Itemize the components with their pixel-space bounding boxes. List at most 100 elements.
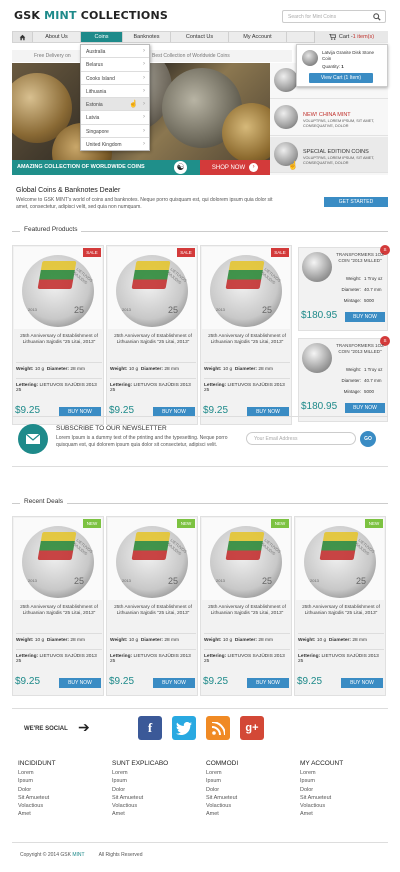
price: $9.25 — [203, 405, 229, 416]
site-logo[interactable]: GSK MINT COLLECTIONS — [14, 9, 168, 22]
home-button[interactable] — [13, 32, 33, 42]
facebook-icon[interactable]: f — [138, 716, 162, 740]
price: $9.25 — [203, 676, 229, 687]
country-item-selected[interactable]: Estonia ☝ › — [81, 98, 149, 112]
country-item[interactable]: Latvia › — [81, 111, 149, 125]
footer-column: SUNT EXPLICABO Lorem Ipsum Dolor Sit Amuete… — [112, 760, 192, 819]
footer-heading: COMMODI — [206, 760, 239, 767]
footer-link[interactable]: Sit Amueteut — [112, 794, 192, 802]
product-title: TRANSFORMERS 1OZ COIN "2013 MILLED" — [336, 252, 384, 263]
product-specs: Weight: 10 g Diameter: 28 mm — [204, 362, 290, 374]
footer-link[interactable]: Amet — [18, 810, 98, 818]
shop-now-button[interactable]: SHOP NOW › — [200, 160, 270, 175]
product-lettering: Lettering: LIETUVOS SAJŪDIS 2013 25 — [204, 378, 290, 393]
get-started-button[interactable]: GET STARTED — [324, 197, 388, 207]
footer-link[interactable]: Lorem — [206, 769, 286, 777]
product-desc: 25th Anniversary of Establishment of Lit… — [114, 605, 192, 617]
product-card[interactable]: LIETUVOS SAJUDIS 2013 25 NEW 25th Annive… — [106, 516, 198, 696]
price: $9.25 — [109, 405, 135, 416]
product-specs: Weight: 10 g Diameter: 28 mm — [204, 633, 290, 645]
cart-button[interactable]: Cart - 1 item(s) — [314, 31, 388, 43]
product-card[interactable]: LIETUVOS SAJUDIS 2013 25 SALE 25th Anniv… — [200, 245, 292, 425]
buy-now-button[interactable]: BUY NOW — [341, 678, 383, 688]
product-card[interactable]: LIETUVOS SAJUDIS 2013 25 NEW 25th Annive… — [12, 516, 104, 696]
new-badge: NEW — [365, 519, 383, 528]
footer-link[interactable]: Amet — [112, 810, 192, 818]
product-specs: Weight: 10 g Diameter: 28 mm — [298, 633, 384, 645]
product-card[interactable]: LIETUVOS SAJUDIS 2013 25 NEW 25th Annive… — [294, 516, 386, 696]
footer-divider — [12, 842, 388, 843]
footer-link[interactable]: Ipsum — [18, 777, 98, 785]
side-promo[interactable]: SPECIAL EDITION COINS VOLUPTPAS, LOREM IP… — [270, 137, 388, 173]
nav-coins[interactable]: Coins — [81, 32, 123, 42]
footer-link[interactable]: Dolor — [112, 786, 192, 794]
coin-image — [302, 343, 332, 373]
promo-right: Best Collection of Worldwide Coins — [152, 53, 230, 59]
footer-link[interactable]: Dolor — [300, 786, 380, 794]
flag-emblem — [131, 532, 171, 560]
nav-contact-us[interactable]: Contact Us — [171, 32, 229, 42]
cart-item-qty: Quantity: 1 — [322, 64, 344, 69]
country-item[interactable]: Australia › — [81, 45, 149, 59]
product-lettering: Lettering: LIETUVOS SAJŪDIS 2013 25 — [16, 378, 102, 393]
footer-link[interactable]: Volactious — [112, 802, 192, 810]
view-cart-button[interactable]: View Cart (1 Item) — [309, 73, 373, 83]
mini-product-card[interactable]: S TRANSFORMERS 1OZ COIN "2013 MILLED" We… — [298, 336, 390, 422]
rss-icon[interactable] — [206, 716, 230, 740]
dealer-title: Global Coins & Banknotes Dealer — [16, 187, 121, 194]
footer-link[interactable]: Dolor — [18, 786, 98, 794]
footer-link[interactable]: Volactious — [206, 802, 286, 810]
buy-now-button[interactable]: BUY NOW — [345, 312, 385, 322]
google-plus-icon[interactable]: g+ — [240, 716, 264, 740]
new-badge: NEW — [271, 519, 289, 528]
country-item[interactable]: United Kingdom › — [81, 138, 149, 151]
country-item[interactable]: Cooks Island › — [81, 72, 149, 85]
footer-link[interactable]: Lorem — [112, 769, 192, 777]
mini-product-card[interactable]: S TRANSFORMERS 1OZ COIN "2013 MILLED" We… — [298, 245, 390, 331]
nav-banknotes[interactable]: Banknotes — [123, 32, 171, 42]
footer-link[interactable]: Amet — [206, 810, 286, 818]
footer-link[interactable]: Volactious — [300, 802, 380, 810]
footer-link[interactable]: Volactious — [18, 802, 98, 810]
cart-icon — [328, 34, 336, 40]
footer-link[interactable]: Lorem — [300, 769, 380, 777]
search-icon[interactable] — [373, 13, 381, 21]
product-desc: 25th Anniversary of Establishment of Lit… — [114, 334, 192, 346]
buy-now-button[interactable]: BUY NOW — [153, 678, 195, 688]
footer-link[interactable]: Amet — [300, 810, 380, 818]
nav-about-us[interactable]: About Us — [33, 32, 81, 42]
price: $9.25 — [109, 676, 135, 687]
product-card[interactable]: LIETUVOS SAJUDIS 2013 25 SALE 25th Anniv… — [12, 245, 104, 425]
footer-link[interactable]: Ipsum — [112, 777, 192, 785]
product-lettering: Lettering: LIETUVOS SAJŪDIS 2013 25 — [110, 378, 196, 393]
footer-link[interactable]: Sit Amueteut — [18, 794, 98, 802]
footer-link[interactable]: Ipsum — [300, 777, 380, 785]
country-item[interactable]: Singapore › — [81, 125, 149, 139]
footer-heading: SUNT EXPLICABO — [112, 760, 169, 767]
chevron-right-icon: › — [143, 141, 145, 148]
footer-link[interactable]: Ipsum — [206, 777, 286, 785]
product-desc: 25th Anniversary of Establishment of Lit… — [208, 334, 286, 346]
footer-link[interactable]: Sit Amueteut — [300, 794, 380, 802]
search-input[interactable]: Search for Mint Coins — [282, 10, 386, 23]
country-item[interactable]: Lithuania › — [81, 85, 149, 99]
flag-emblem — [319, 532, 359, 560]
footer-link[interactable]: Dolor — [206, 786, 286, 794]
product-lettering: Lettering: LIETUVOS SAJŪDIS 2013 25 — [298, 649, 384, 664]
nav-my-account[interactable]: My Account — [229, 32, 287, 42]
product-card[interactable]: LIETUVOS SAJUDIS 2013 25 NEW 25th Annive… — [200, 516, 292, 696]
email-field[interactable]: Your Email Address — [246, 432, 356, 445]
envelope-icon — [18, 424, 48, 454]
country-item[interactable]: Belarus › — [81, 58, 149, 72]
buy-now-button[interactable]: BUY NOW — [247, 678, 289, 688]
hero-caption: AMAZING COLLECTION OF WORLDWIDE COINS — [17, 164, 145, 170]
buy-now-button[interactable]: BUY NOW — [345, 403, 385, 413]
side-promo[interactable]: NEW! CHINA MINT VOLUPTPAS, LOREM IPSUM, S… — [270, 100, 388, 136]
twitter-icon[interactable] — [172, 716, 196, 740]
footer-link[interactable]: Sit Amueteut — [206, 794, 286, 802]
footer-link[interactable]: Lorem — [18, 769, 98, 777]
buy-now-button[interactable]: BUY NOW — [59, 678, 101, 688]
product-card[interactable]: LIETUVOS SAJUDIS 2013 25 SALE 25th Anniv… — [106, 245, 198, 425]
product-image: LIETUVOS SAJUDIS 2013 25 SALE — [108, 247, 196, 329]
go-button[interactable]: GO — [360, 431, 376, 447]
